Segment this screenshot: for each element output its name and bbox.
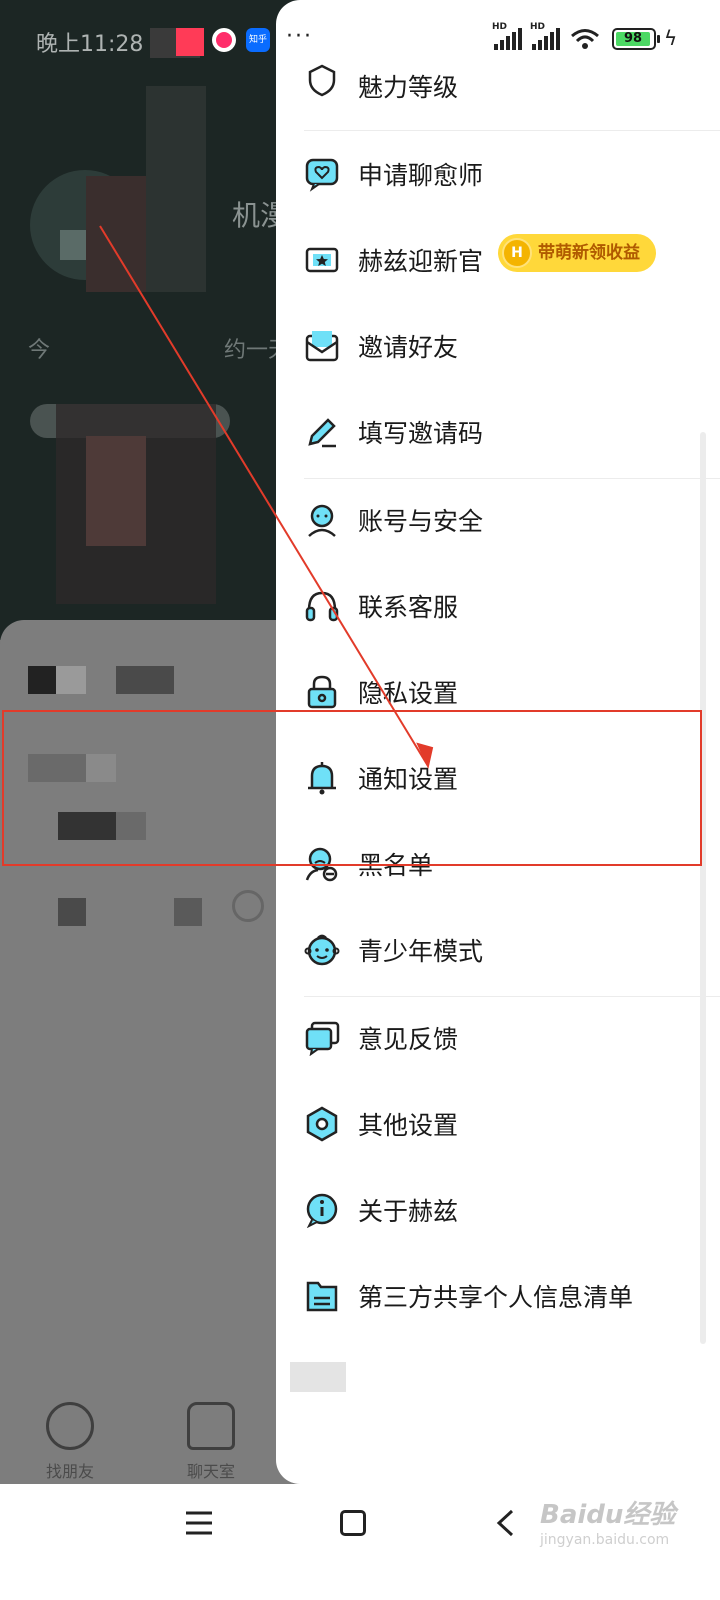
watermark-brand: Baidu经验 bbox=[540, 1500, 676, 1530]
divider bbox=[304, 996, 720, 997]
tab-chat-room[interactable]: 聊天室 bbox=[171, 1402, 251, 1482]
annotation-arrow bbox=[99, 225, 434, 770]
menu-label: 第三方共享个人信息清单 bbox=[358, 1283, 634, 1312]
tab-label: 聊天室 bbox=[186, 1462, 235, 1481]
back-icon[interactable] bbox=[494, 1508, 516, 1538]
hexagon-icon bbox=[306, 1106, 338, 1142]
menu-icon[interactable] bbox=[184, 1510, 214, 1536]
faded-footer-item bbox=[290, 1362, 346, 1392]
tab-find-friends[interactable]: 找朋友 bbox=[30, 1402, 110, 1482]
menu-item-other-settings[interactable]: 其他设置 bbox=[276, 1084, 720, 1170]
house-icon bbox=[187, 1402, 235, 1450]
menu-item-feedback[interactable]: 意见反馈 bbox=[276, 998, 720, 1084]
feedback-icon bbox=[305, 1021, 340, 1056]
info-icon bbox=[306, 1193, 338, 1228]
watermark-url: jingyan.baidu.com bbox=[540, 1532, 670, 1548]
menu-label: 意见反馈 bbox=[358, 1025, 459, 1054]
menu-item-youth-mode[interactable]: 青少年模式 bbox=[276, 910, 720, 996]
refresh-icon[interactable] bbox=[232, 890, 264, 922]
menu-label: 关于赫兹 bbox=[358, 1197, 459, 1226]
menu-label: 青少年模式 bbox=[358, 937, 484, 966]
child-face-icon bbox=[304, 934, 340, 966]
document-icon bbox=[306, 1281, 338, 1312]
tab-label: 找朋友 bbox=[45, 1462, 94, 1481]
menu-item-about-hertz[interactable]: 关于赫兹 bbox=[276, 1170, 720, 1256]
home-icon[interactable] bbox=[340, 1510, 366, 1536]
menu-label: 其他设置 bbox=[358, 1111, 459, 1140]
moon-icon bbox=[46, 1402, 94, 1450]
menu-item-third-party-sharing[interactable]: 第三方共享个人信息清单 bbox=[276, 1256, 720, 1342]
